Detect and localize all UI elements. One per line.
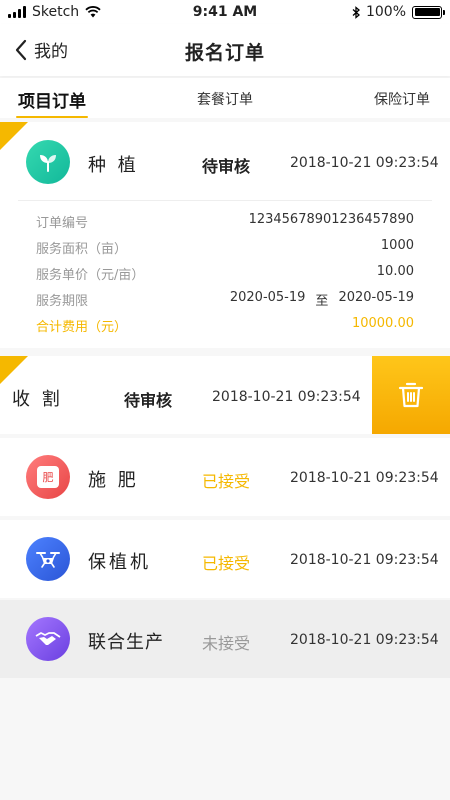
battery-percent: 100% (365, 4, 406, 20)
service-area-label: 服务面积（亩） (36, 242, 128, 257)
detail-service-period: 服务期限 2020-05-19 至 2020-05-19 (36, 290, 414, 309)
order-name: 联合生产 (88, 632, 164, 653)
corner-marker (0, 356, 28, 384)
handshake-icon (26, 617, 70, 661)
order-card-harvest[interactable]: 收 割 待审核 2018-10-21 09:23:54 (0, 356, 372, 434)
order-status: 待审核 (202, 157, 251, 176)
detail-order-number: 订单编号 12345678901236457890 (36, 212, 414, 231)
service-period-label: 服务期限 (36, 294, 89, 309)
tab-package-orders[interactable]: 套餐订单 (197, 89, 253, 109)
order-datetime: 2018-10-21 09:23:54 (290, 470, 439, 486)
page-title: 报名订单 (184, 42, 265, 64)
divider (18, 200, 432, 201)
nav-bar: 我的 报名订单 (0, 24, 450, 76)
order-name: 种 植 (88, 155, 139, 176)
period-separator: 至 (315, 294, 329, 309)
delete-button[interactable] (372, 356, 450, 434)
order-datetime: 2018-10-21 09:23:54 (212, 389, 361, 405)
order-status: 待审核 (124, 391, 173, 410)
unit-price-value: 10.00 (376, 264, 414, 279)
total-cost-label: 合计费用（元） (36, 320, 128, 335)
order-datetime: 2018-10-21 09:23:54 (290, 155, 439, 171)
total-cost-value: 10000.00 (351, 316, 414, 331)
tab-insurance-orders[interactable]: 保险订单 (374, 89, 430, 109)
order-datetime: 2018-10-21 09:23:54 (290, 632, 439, 648)
unit-price-label: 服务单价（元/亩） (36, 268, 145, 283)
period-end: 2020-05-19 (338, 290, 414, 305)
order-card-fertilize[interactable]: 肥 施 肥 已接受 2018-10-21 09:23:54 (0, 438, 450, 516)
order-card-joint-production[interactable]: 联合生产 未接受 2018-10-21 09:23:54 (0, 600, 450, 678)
status-bar: Sketch 9:41 AM 100% (0, 0, 450, 24)
fertilizer-icon: 肥 (26, 455, 70, 499)
service-area-value: 1000 (380, 238, 414, 253)
battery-icon (412, 5, 445, 19)
detail-service-area: 服务面积（亩） 1000 (36, 238, 414, 257)
bluetooth-icon (352, 5, 360, 19)
order-card-drone[interactable]: 保植机 已接受 2018-10-21 09:23:54 (0, 520, 450, 598)
corner-marker (0, 122, 28, 150)
service-period-value: 2020-05-19 至 2020-05-19 (230, 290, 414, 309)
order-name: 收 割 (12, 389, 63, 410)
fertilizer-bag-label: 肥 (37, 466, 59, 488)
order-name: 保植机 (88, 552, 151, 573)
order-name: 施 肥 (88, 470, 139, 491)
trash-icon (398, 382, 424, 408)
tab-bar: 项目订单 套餐订单 保险订单 (0, 78, 450, 118)
order-datetime: 2018-10-21 09:23:54 (290, 552, 439, 568)
order-number-label: 订单编号 (36, 216, 89, 231)
order-card-planting[interactable]: 种 植 待审核 2018-10-21 09:23:54 订单编号 1234567… (0, 122, 450, 348)
drone-icon (26, 537, 70, 581)
order-status: 已接受 (202, 472, 251, 491)
sprout-icon (26, 140, 70, 184)
order-number-value: 12345678901236457890 (248, 212, 414, 227)
period-start: 2020-05-19 (229, 290, 306, 305)
order-status: 未接受 (202, 634, 251, 653)
detail-total-cost: 合计费用（元） 10000.00 (36, 316, 414, 335)
detail-unit-price: 服务单价（元/亩） 10.00 (36, 264, 414, 283)
order-status: 已接受 (202, 554, 251, 573)
tab-project-orders[interactable]: 项目订单 (16, 87, 88, 118)
